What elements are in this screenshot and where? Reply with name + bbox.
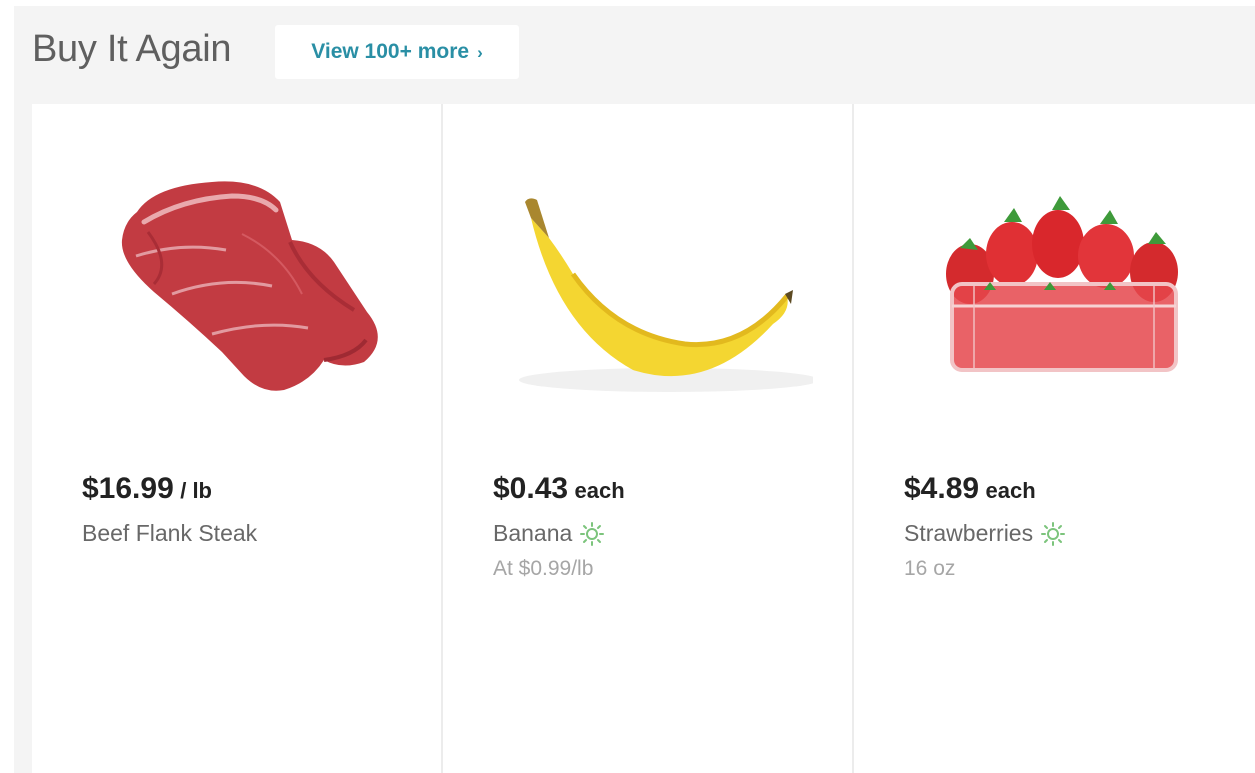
product-card[interactable]: $0.43 each Banana At $0.99/lb bbox=[443, 104, 854, 773]
chevron-right-icon: › bbox=[477, 42, 483, 62]
price-amount: $16.99 bbox=[82, 472, 174, 505]
product-subtext: At $0.99/lb bbox=[493, 557, 594, 580]
price-unit: each bbox=[985, 478, 1036, 503]
price-amount: $0.43 bbox=[493, 472, 569, 505]
product-name-label: Strawberries bbox=[904, 520, 1034, 546]
product-name: Beef Flank Steak bbox=[82, 520, 257, 547]
view-more-button[interactable]: View 100+ more › bbox=[275, 25, 519, 79]
product-price: $0.43 each bbox=[493, 472, 625, 506]
beef-steak-image bbox=[121, 181, 378, 391]
product-carousel: $16.99 / lb Beef Flank Steak $0.43 each … bbox=[32, 104, 1255, 773]
section-title: Buy It Again bbox=[32, 28, 232, 70]
price-amount: $4.89 bbox=[904, 472, 980, 505]
section-header: Buy It Again View 100+ more › bbox=[14, 6, 1255, 104]
product-name: Banana bbox=[493, 520, 605, 547]
product-name-label: Banana bbox=[493, 520, 573, 546]
product-card[interactable]: $16.99 / lb Beef Flank Steak bbox=[32, 104, 443, 773]
organic-sun-icon bbox=[580, 521, 605, 546]
product-name: Strawberries bbox=[904, 520, 1066, 547]
product-price: $4.89 each bbox=[904, 472, 1036, 506]
strawberries-image bbox=[946, 196, 1178, 372]
product-price: $16.99 / lb bbox=[82, 472, 212, 506]
view-more-label: View 100+ more bbox=[311, 40, 470, 63]
banana-image bbox=[519, 198, 813, 392]
organic-sun-icon bbox=[1041, 521, 1066, 546]
buy-it-again-section: Buy It Again View 100+ more › $16.99 / l… bbox=[14, 6, 1255, 773]
product-name-label: Beef Flank Steak bbox=[82, 520, 258, 546]
product-card[interactable]: $4.89 each Strawberries 16 oz bbox=[854, 104, 1255, 773]
product-subtext: 16 oz bbox=[904, 557, 956, 580]
price-unit: / lb bbox=[180, 478, 212, 503]
price-unit: each bbox=[574, 478, 625, 503]
